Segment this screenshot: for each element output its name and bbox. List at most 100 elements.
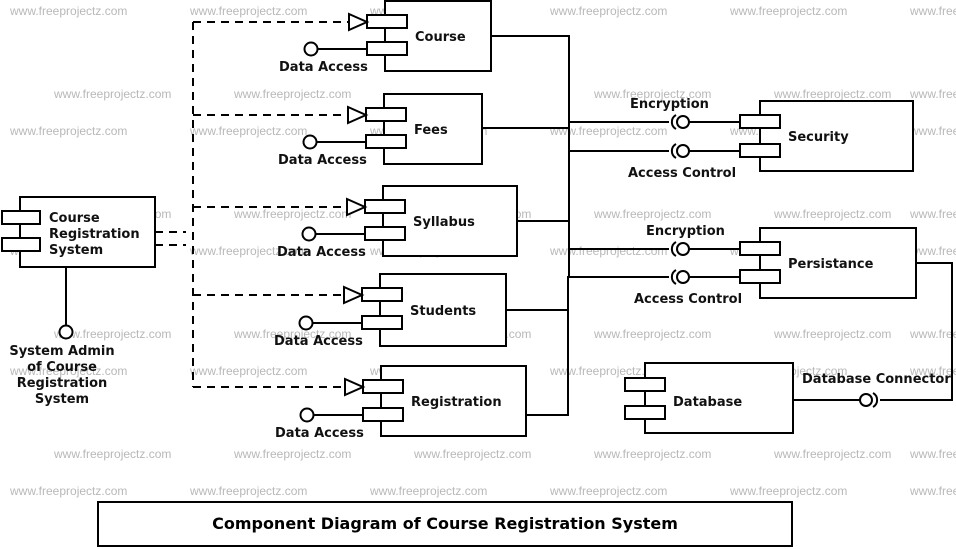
module-label: Registration: [411, 395, 502, 410]
watermark-text: www.freeprojectz.com: [189, 364, 307, 378]
module-label: Fees: [414, 123, 448, 138]
watermark-text: www.freeprojectz.com: [9, 484, 127, 498]
diagram-title-text: Component Diagram of Course Registration…: [212, 514, 678, 533]
watermark-text: www.freeprojectz.com: [53, 447, 171, 461]
required-interface-icon: [670, 143, 677, 159]
required-interface-icon: [670, 114, 677, 130]
provided-interface-icon: [859, 393, 873, 407]
watermark-text: www.freeprojectz.com: [9, 124, 127, 138]
realization-arrow-icon: [344, 377, 366, 397]
component-port-icon: [739, 143, 781, 158]
component-port-icon: [362, 407, 404, 422]
database-component[interactable]: Database: [624, 362, 794, 434]
watermark-text: www.freeprojectz.com: [909, 87, 956, 101]
provided-interface-icon: [301, 226, 317, 242]
component-port-icon: [1, 237, 41, 252]
watermark-text: www.freeprojectz.com: [909, 207, 956, 221]
admin-interface-label-4: System: [35, 392, 89, 407]
data-access-label: Data Access: [274, 334, 363, 349]
watermark-text: www.freeprojectz.com: [593, 447, 711, 461]
provided-interface-icon: [676, 115, 690, 129]
admin-interface-label-1: System Admin: [9, 344, 114, 359]
encryption-label: Encryption: [630, 97, 709, 112]
component-port-icon: [739, 241, 781, 256]
data-access-label: Data Access: [278, 153, 367, 168]
watermark-text: www.freeprojectz.com: [773, 327, 891, 341]
required-interface-icon: [670, 241, 677, 257]
watermark-text: www.freeprojectz.com: [189, 4, 307, 18]
realization-arrow-icon: [346, 197, 368, 217]
watermark-text: www.freeprojectz.com: [729, 484, 847, 498]
module-label: Students: [410, 304, 476, 319]
watermark-text: www.freeprojectz.com: [189, 484, 307, 498]
provided-interface-icon: [676, 270, 690, 284]
service-security[interactable]: Security Encryption Access Control: [569, 97, 914, 181]
component-port-icon: [1, 210, 41, 225]
component-port-icon: [624, 405, 666, 420]
watermark-text: www.freeprojectz.com: [53, 87, 171, 101]
watermark-text: www.freeprojectz.com: [909, 124, 956, 138]
watermark-text: www.freeprojectz.com: [9, 4, 127, 18]
component-port-icon: [366, 41, 408, 56]
component-port-icon: [361, 315, 403, 330]
data-access-label: Data Access: [277, 245, 366, 260]
watermark-text: www.freeprojectz.com: [773, 87, 891, 101]
module-label: Syllabus: [413, 215, 475, 230]
watermark-text: www.freeprojectz.com: [593, 207, 711, 221]
watermark-text: www.freeprojectz.com: [233, 447, 351, 461]
provided-interface-icon: [676, 242, 690, 256]
data-access-label: Data Access: [279, 60, 368, 75]
watermark-text: www.freeprojectz.com: [549, 4, 667, 18]
provided-interface-icon: [299, 407, 315, 423]
service-label: Persistance: [788, 257, 874, 272]
service-persistance[interactable]: Persistance Encryption Access Control: [569, 224, 917, 307]
component-port-icon: [364, 199, 406, 214]
access-control-label: Access Control: [634, 292, 742, 307]
watermark-text: www.freeprojectz.com: [593, 327, 711, 341]
watermark-text: www.freeprojectz.com: [773, 447, 891, 461]
component-port-icon: [365, 134, 407, 149]
watermark-text: www.freeprojectz.com: [729, 4, 847, 18]
encryption-label: Encryption: [646, 224, 725, 239]
provided-interface-icon: [303, 41, 319, 57]
component-port-icon: [362, 379, 404, 394]
component-port-icon: [361, 287, 403, 302]
access-control-label: Access Control: [628, 166, 736, 181]
watermark-text: www.freeprojectz.com: [413, 447, 531, 461]
realization-arrow-icon: [347, 105, 369, 125]
realization-arrow-icon: [348, 12, 370, 32]
realization-arrow-icon: [343, 285, 365, 305]
diagram-title: Component Diagram of Course Registration…: [97, 501, 793, 547]
watermark-text: www.freeprojectz.com: [233, 207, 351, 221]
required-interface-icon: [670, 269, 677, 285]
watermark-text: www.freeprojectz.com: [909, 484, 956, 498]
data-access-label: Data Access: [275, 426, 364, 441]
module-label: Course: [415, 30, 466, 45]
provided-interface-icon: [676, 144, 690, 158]
provided-interface-icon: [58, 324, 74, 340]
watermark-text: www.freeprojectz.com: [233, 87, 351, 101]
required-interface-icon: [872, 392, 879, 408]
component-diagram: www.freeprojectz.com www.freeprojectz.com…: [1, 0, 956, 547]
provided-interface-icon: [298, 315, 314, 331]
main-component[interactable]: Course Registration System: [1, 196, 156, 268]
watermark-text: www.freeprojectz.com: [549, 484, 667, 498]
watermark-text: www.freeprojectz.com: [189, 124, 307, 138]
component-port-icon: [365, 107, 407, 122]
database-connector-label: Database Connector: [802, 372, 951, 387]
admin-interface-label-3: Registration: [17, 376, 108, 391]
provided-interface-icon: [302, 134, 318, 150]
watermark-text: www.freeprojectz.com: [549, 244, 667, 258]
component-port-icon: [366, 14, 408, 29]
main-component-label-2: Registration: [49, 227, 140, 242]
watermark-text: www.freeprojectz.com: [369, 484, 487, 498]
watermark-text: www.freeprojectz.com: [909, 447, 956, 461]
watermark-text: www.freeprojectz.com: [773, 207, 891, 221]
watermark-text: www.freeprojectz.com: [549, 124, 667, 138]
component-port-icon: [739, 269, 781, 284]
component-port-icon: [624, 377, 666, 392]
service-label: Security: [788, 130, 849, 145]
main-component-label-3: System: [49, 243, 103, 258]
admin-interface-label-2: of Course: [27, 360, 97, 375]
watermark-text: www.freeprojectz.com: [909, 327, 956, 341]
